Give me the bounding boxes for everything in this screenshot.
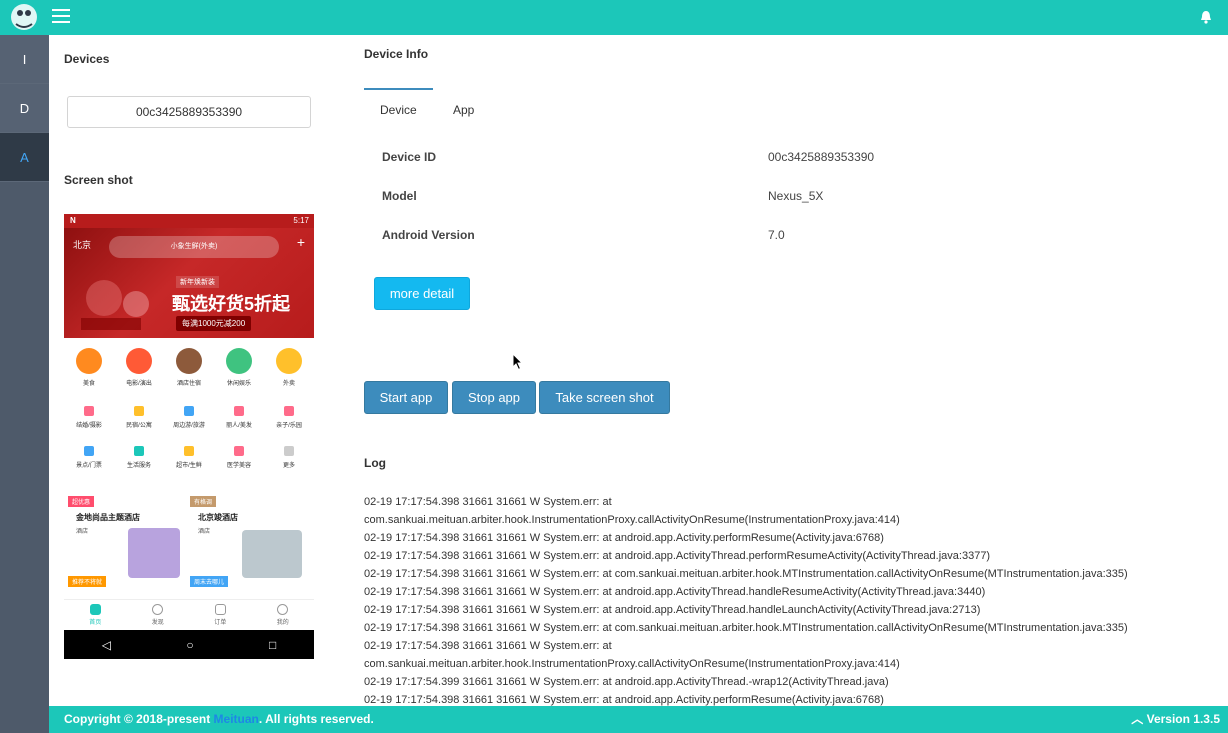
phone-icon-item: 医学美容 — [216, 446, 262, 469]
log-line: 02-19 17:17:54.398 31661 31661 W System.… — [364, 496, 612, 508]
phone-tab: 我的 — [277, 600, 289, 630]
phone-icon-row-1: 美食 电影/演出 酒店住宿 休闲娱乐 外卖 — [64, 348, 314, 387]
phone-icon-item: 周边游/旅游 — [166, 406, 212, 429]
sidebar-item-i[interactable]: I — [0, 35, 49, 84]
phone-promo-tag: 新年焕新装 — [176, 276, 219, 288]
log-line: 02-19 17:17:54.398 31661 31661 W System.… — [364, 622, 1128, 634]
phone-card: 有格调 北京竣酒店 酒店 — [190, 496, 308, 584]
take-screenshot-button[interactable]: Take screen shot — [539, 381, 670, 414]
log-line: 02-19 17:17:54.398 31661 31661 W System.… — [364, 586, 986, 598]
phone-nav-bar: ◁ ○ □ — [64, 630, 314, 659]
hamburger-icon[interactable] — [52, 9, 70, 23]
phone-tab-bar: 首页 发现 订单 我的 — [64, 599, 314, 630]
chevron-up-icon[interactable]: ︿ — [1131, 712, 1143, 726]
tab-app[interactable]: App — [453, 88, 474, 128]
phone-icon-item: 超市/生鲜 — [166, 446, 212, 469]
device-id-value: 00c3425889353390 — [768, 150, 875, 164]
phone-city: 北京 — [73, 240, 92, 250]
phone-banner-decoration — [81, 280, 149, 330]
phone-card: 周末去哪儿 — [190, 576, 308, 598]
log-line: 02-19 17:17:54.399 31661 31661 W System.… — [364, 676, 889, 688]
device-id-label: Device ID — [382, 150, 437, 164]
model-label: Model — [382, 189, 417, 203]
phone-status-bar: N 5:17 — [64, 214, 314, 228]
back-icon: ◁ — [101, 637, 111, 652]
log-line: 02-19 17:17:54.398 31661 31661 W System.… — [364, 550, 991, 562]
phone-promo-sub: 每满1000元减200 — [176, 316, 252, 331]
log-line: 02-19 17:17:54.398 31661 31661 W System.… — [364, 694, 884, 706]
home-icon: ○ — [186, 637, 194, 652]
version-info: ︿ Version 1.3.5 — [1131, 706, 1220, 733]
mouse-cursor-icon — [512, 353, 524, 371]
phone-icon-item: 酒店住宿 — [166, 348, 212, 387]
phone-icon-item: 休闲娱乐 — [216, 348, 262, 387]
log-title: Log — [364, 456, 386, 470]
start-app-button[interactable]: Start app — [364, 381, 448, 414]
phone-tab: 发现 — [152, 600, 164, 630]
bell-icon[interactable] — [1200, 10, 1212, 24]
top-bar — [0, 0, 1228, 35]
device-info-title: Device Info — [364, 47, 429, 61]
log-line: com.sankuai.meituan.arbiter.hook.Instrum… — [364, 658, 900, 670]
phone-icon-item: 美食 — [66, 348, 112, 387]
phone-status-time: 5:17 — [293, 216, 309, 225]
android-version-value: 7.0 — [768, 228, 785, 242]
sidebar-item-d[interactable]: D — [0, 84, 49, 133]
phone-card: 超优惠 金地尚品主题酒店 酒店 — [68, 496, 186, 584]
footer: Copyright © 2018-present Meituan. All ri… — [49, 706, 1228, 733]
sidebar: I D A — [0, 35, 49, 733]
phone-icon-item: 生活服务 — [116, 446, 162, 469]
screenshot-title: Screen shot — [64, 173, 133, 187]
phone-icon-item: 景点/门票 — [66, 446, 112, 469]
phone-icon-item: 外卖 — [266, 348, 312, 387]
phone-icon-item: 更多 — [266, 446, 312, 469]
phone-icon-item: 亲子/乐园 — [266, 406, 312, 429]
devices-title: Devices — [64, 52, 110, 66]
phone-icon-item: 民宿/公寓 — [116, 406, 162, 429]
phone-tab: 首页 — [89, 600, 101, 630]
android-version-label: Android Version — [382, 228, 475, 242]
version-text: Version 1.3.5 — [1146, 712, 1220, 726]
device-select[interactable]: 00c3425889353390 — [67, 96, 311, 128]
phone-promo-main: 甄选好货5折起 — [172, 294, 291, 314]
phone-search: 小象生鲜(外卖) — [109, 236, 279, 258]
model-value: Nexus_5X — [768, 189, 824, 203]
phone-icon-row-2: 结婚/摄影 民宿/公寓 周边游/旅游 丽人/美发 亲子/乐园 — [64, 406, 314, 429]
log-line: com.sankuai.meituan.arbiter.hook.Instrum… — [364, 514, 900, 526]
phone-icon-item: 结婚/摄影 — [66, 406, 112, 429]
device-screenshot[interactable]: N 5:17 北京 小象生鲜(外卖) + 新年焕新装 甄选好货5折起 每满100… — [64, 214, 314, 659]
phone-plus-icon: + — [296, 234, 305, 250]
more-detail-button[interactable]: more detail — [374, 277, 470, 310]
app-logo-icon[interactable] — [8, 2, 40, 32]
log-line: 02-19 17:17:54.398 31661 31661 W System.… — [364, 604, 981, 616]
phone-icon-item: 电影/演出 — [116, 348, 162, 387]
tab-device[interactable]: Device — [380, 88, 417, 128]
log-line: 02-19 17:17:54.398 31661 31661 W System.… — [364, 640, 612, 652]
stop-app-button[interactable]: Stop app — [452, 381, 536, 414]
phone-card: 推荐不将就 — [68, 576, 186, 598]
phone-tab: 订单 — [214, 600, 226, 630]
log-output[interactable]: 02-19 17:17:54.398 31661 31661 W System.… — [364, 493, 1224, 706]
meituan-link[interactable]: Meituan — [214, 712, 259, 726]
phone-banner: 北京 小象生鲜(外卖) + 新年焕新装 甄选好货5折起 每满1000元减200 — [64, 228, 314, 338]
phone-icon-item: 丽人/美发 — [216, 406, 262, 429]
sidebar-item-a[interactable]: A — [0, 133, 49, 182]
phone-icon-row-3: 景点/门票 生活服务 超市/生鲜 医学美容 更多 — [64, 446, 314, 469]
log-line: 02-19 17:17:54.398 31661 31661 W System.… — [364, 532, 884, 544]
recents-icon: □ — [269, 637, 277, 652]
copyright-text: Copyright © 2018-present Meituan. All ri… — [64, 712, 374, 726]
log-line: 02-19 17:17:54.398 31661 31661 W System.… — [364, 568, 1128, 580]
